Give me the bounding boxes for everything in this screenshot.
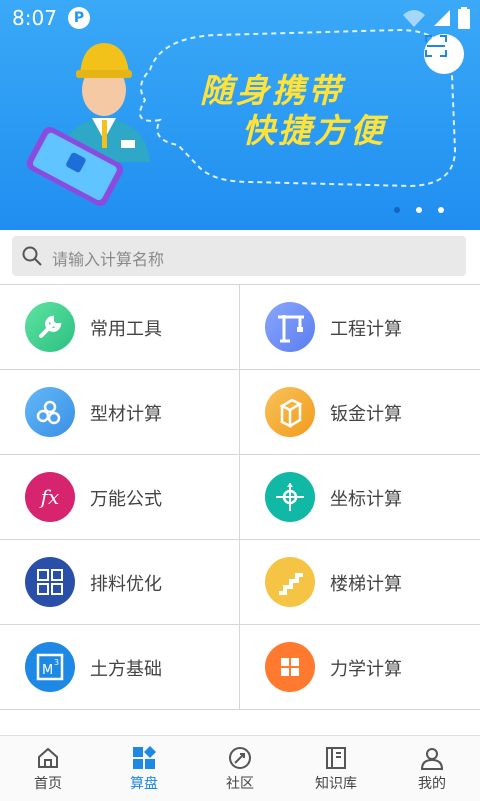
grid-item-label: 坐标计算: [330, 489, 402, 510]
calculator-grid: 常用工具 工程计算 型材计算 钣金计算 fx 万能公式 坐标计算 排料优化 楼梯…: [0, 284, 480, 710]
grid-item-label: 常用工具: [90, 319, 162, 340]
search-placeholder: 请输入计算名称: [52, 250, 165, 269]
grid-item-label: 型材计算: [90, 404, 162, 425]
cube-m3-icon: M3: [25, 642, 75, 692]
grid-item-formula[interactable]: fx 万能公式: [0, 455, 240, 539]
wrench-icon: [25, 302, 75, 352]
tab-label: 社区: [226, 776, 254, 792]
grid-item-common-tools[interactable]: 常用工具: [0, 285, 240, 369]
grid-item-label: 工程计算: [330, 319, 402, 340]
tab-abacus[interactable]: 算盘: [96, 736, 192, 801]
tab-label: 我的: [418, 776, 446, 792]
carousel-dot[interactable]: [438, 207, 444, 213]
tab-label: 知识库: [315, 776, 357, 792]
grid-item-label: 楼梯计算: [330, 574, 402, 595]
coordinate-icon: [265, 472, 315, 522]
grid-item-sheet-metal[interactable]: 钣金计算: [240, 370, 480, 454]
scan-icon: [425, 35, 447, 57]
battery-icon: [458, 7, 470, 29]
bottom-nav: 首页 算盘 社区 知识库 我的: [0, 735, 480, 801]
book-icon: [326, 747, 346, 769]
apps-icon: [133, 746, 156, 769]
wifi-icon: [403, 10, 425, 27]
grid-item-label: 钣金计算: [330, 404, 402, 425]
grid-item-label: 排料优化: [90, 574, 162, 595]
tab-knowledge[interactable]: 知识库: [288, 736, 384, 801]
carousel-dot[interactable]: [394, 207, 400, 213]
grid-item-mechanics[interactable]: 力学计算: [240, 625, 480, 709]
grid-item-profile[interactable]: 型材计算: [0, 370, 240, 454]
grid-icon: [265, 642, 315, 692]
search-icon: [22, 246, 42, 266]
carousel-indicator: [394, 207, 444, 213]
grid-item-earthwork[interactable]: M3 土方基础: [0, 625, 240, 709]
grid-item-label: 土方基础: [90, 659, 162, 680]
svg-text:3: 3: [54, 658, 59, 667]
function-icon: fx: [25, 472, 75, 522]
grid-item-nesting[interactable]: 排料优化: [0, 540, 240, 624]
grid-item-label: 力学计算: [330, 659, 402, 680]
layout-icon: [25, 557, 75, 607]
grid-item-stairs[interactable]: 楼梯计算: [240, 540, 480, 624]
grid-item-coordinate[interactable]: 坐标计算: [240, 455, 480, 539]
person-icon: [420, 748, 444, 770]
carousel-dot[interactable]: [416, 207, 422, 213]
grid-item-label: 万能公式: [90, 489, 162, 510]
community-icon: [229, 747, 251, 769]
sheet-metal-icon: [265, 387, 315, 437]
signal-icon: [434, 10, 450, 26]
home-icon: [38, 747, 58, 768]
grid-item-engineering[interactable]: 工程计算: [240, 285, 480, 369]
crane-icon: [265, 302, 315, 352]
tab-community[interactable]: 社区: [192, 736, 288, 801]
status-bar: 8:07 P: [0, 0, 480, 36]
svg-text:M: M: [42, 663, 53, 678]
pipes-icon: [25, 387, 75, 437]
tab-profile[interactable]: 我的: [384, 736, 480, 801]
status-time: 8:07: [12, 6, 57, 30]
app-badge-icon: P: [68, 7, 90, 29]
scan-button[interactable]: [424, 34, 464, 74]
tab-label: 首页: [34, 776, 62, 792]
stairs-icon: [265, 557, 315, 607]
tab-home[interactable]: 首页: [0, 736, 96, 801]
banner-headline-2: 快捷方便: [242, 111, 386, 150]
tab-label: 算盘: [130, 776, 158, 792]
search-input[interactable]: 请输入计算名称: [12, 236, 466, 276]
